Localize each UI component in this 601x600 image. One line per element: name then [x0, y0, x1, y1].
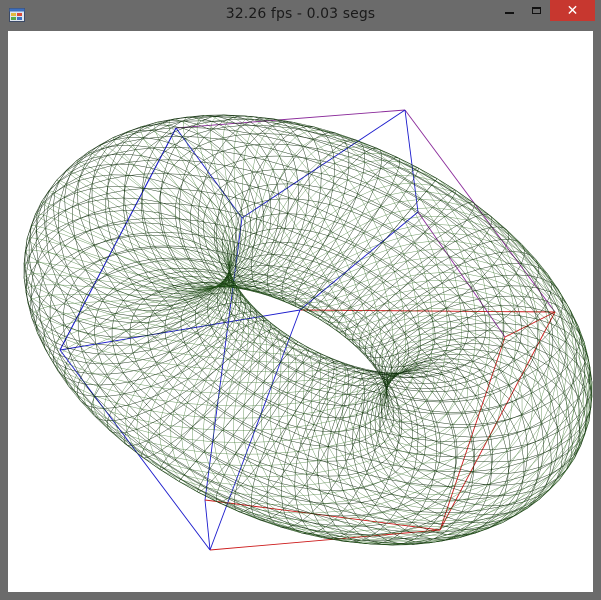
title-bar[interactable]: 32.26 fps - 0.03 segs ✕ — [0, 0, 601, 30]
close-button[interactable]: ✕ — [550, 0, 595, 21]
bounding-box-edge — [204, 499, 211, 551]
minimize-icon — [505, 11, 514, 14]
bounding-box-edge — [504, 311, 556, 338]
bounding-box-edge — [241, 109, 406, 219]
bounding-box-edge — [204, 217, 243, 501]
maximize-icon — [532, 7, 541, 14]
bounding-box-edge — [299, 309, 556, 313]
minimize-button[interactable] — [496, 0, 523, 21]
app-window: 32.26 fps - 0.03 segs ✕ — [0, 0, 601, 600]
scene-svg — [23, 109, 593, 551]
maximize-button[interactable] — [523, 0, 550, 21]
close-icon: ✕ — [566, 2, 579, 19]
bounding-box-edge — [175, 109, 406, 129]
bounding-box-edge — [59, 127, 177, 351]
torus-mesh — [23, 114, 593, 546]
bounding-box-edge — [439, 336, 506, 531]
bounding-box-edge — [175, 127, 243, 219]
bounding-box-edge — [299, 211, 419, 311]
render-canvas[interactable] — [8, 31, 593, 592]
